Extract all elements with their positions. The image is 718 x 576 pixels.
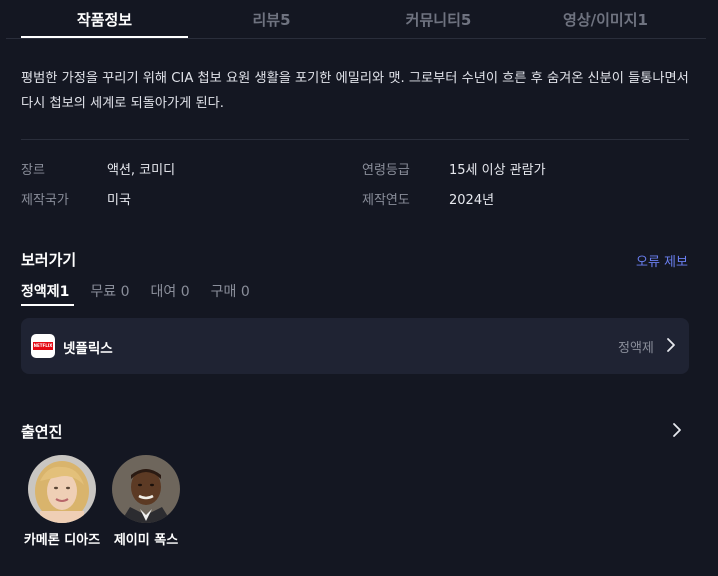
filter-free[interactable]: 무료 0	[90, 281, 129, 301]
info-country: 제작국가	[21, 189, 69, 208]
cast-member-cameron-diaz[interactable]: 카메론 디아즈	[17, 455, 107, 549]
info-value: 액션, 코미디	[107, 163, 176, 178]
info-year: 제작연도	[362, 189, 410, 208]
info-label: 제작국가	[21, 193, 69, 208]
avatar	[112, 455, 180, 523]
filter-label: 무료	[90, 284, 117, 300]
filter-label: 정액제	[21, 284, 60, 300]
filter-count: 0	[120, 284, 130, 300]
filter-rent[interactable]: 대여 0	[151, 281, 190, 301]
chevron-right-icon[interactable]	[670, 421, 684, 439]
netflix-logo-icon: NETFLIX	[31, 334, 55, 358]
filter-label: 대여	[150, 284, 177, 300]
info-genre: 장르	[21, 159, 45, 178]
info-rating: 연령등급	[362, 159, 410, 178]
info-value: 미국	[107, 193, 131, 208]
cast-section-title: 출연진	[21, 423, 63, 441]
netflix-logo-text: NETFLIX	[32, 342, 54, 350]
tabs-divider	[6, 38, 706, 39]
provider-name: 넷플릭스	[63, 341, 113, 357]
watch-section-title: 보러가기	[21, 251, 77, 269]
info-genre-value-wrap: 액션, 코미디	[107, 159, 175, 178]
info-label: 연령등급	[362, 163, 410, 178]
tab-info[interactable]: 작품정보	[21, 0, 188, 39]
provider-netflix-card[interactable]: NETFLIX 넷플릭스 정액제	[21, 318, 689, 374]
portrait-image	[112, 455, 180, 523]
watch-filter-tabs: 정액제1 무료 0 대여 0 구매 0	[21, 281, 271, 301]
chevron-right-icon	[667, 338, 675, 352]
info-label: 장르	[21, 163, 45, 178]
tab-community[interactable]: 커뮤니티5	[355, 0, 522, 39]
info-value: 15세 이상 관람가	[449, 163, 546, 178]
filter-count: 1	[59, 284, 70, 300]
cast-member-jamie-foxx[interactable]: 제이미 폭스	[101, 455, 191, 549]
filter-label: 구매	[210, 284, 237, 300]
report-error-link[interactable]: 오류 제보	[636, 251, 688, 270]
section-divider	[21, 139, 689, 140]
cast-name: 카메론 디아즈	[23, 533, 101, 548]
synopsis-text: 평범한 가정을 꾸리기 위해 CIA 첩보 요원 생활을 포기한 에밀리와 맷.…	[21, 71, 689, 111]
portrait-image	[28, 455, 96, 523]
filter-subscription[interactable]: 정액제1	[21, 281, 69, 301]
avatar	[28, 455, 96, 523]
content-tabs: 작품정보 리뷰5 커뮤니티5 영상/이미지1	[0, 0, 718, 39]
filter-buy[interactable]: 구매 0	[211, 281, 250, 301]
info-value: 2024년	[449, 193, 495, 208]
tab-media[interactable]: 영상/이미지1	[522, 0, 689, 39]
tab-reviews[interactable]: 리뷰5	[188, 0, 355, 39]
info-country-value-wrap: 미국	[107, 189, 131, 208]
info-rating-value-wrap: 15세 이상 관람가	[449, 159, 546, 178]
cast-name: 제이미 폭스	[113, 533, 179, 548]
info-label: 제작연도	[362, 193, 410, 208]
provider-type: 정액제	[618, 341, 654, 356]
info-year-value-wrap: 2024년	[449, 189, 494, 208]
active-filter-indicator	[21, 304, 74, 306]
filter-count: 0	[240, 284, 250, 300]
filter-count: 0	[180, 284, 190, 300]
